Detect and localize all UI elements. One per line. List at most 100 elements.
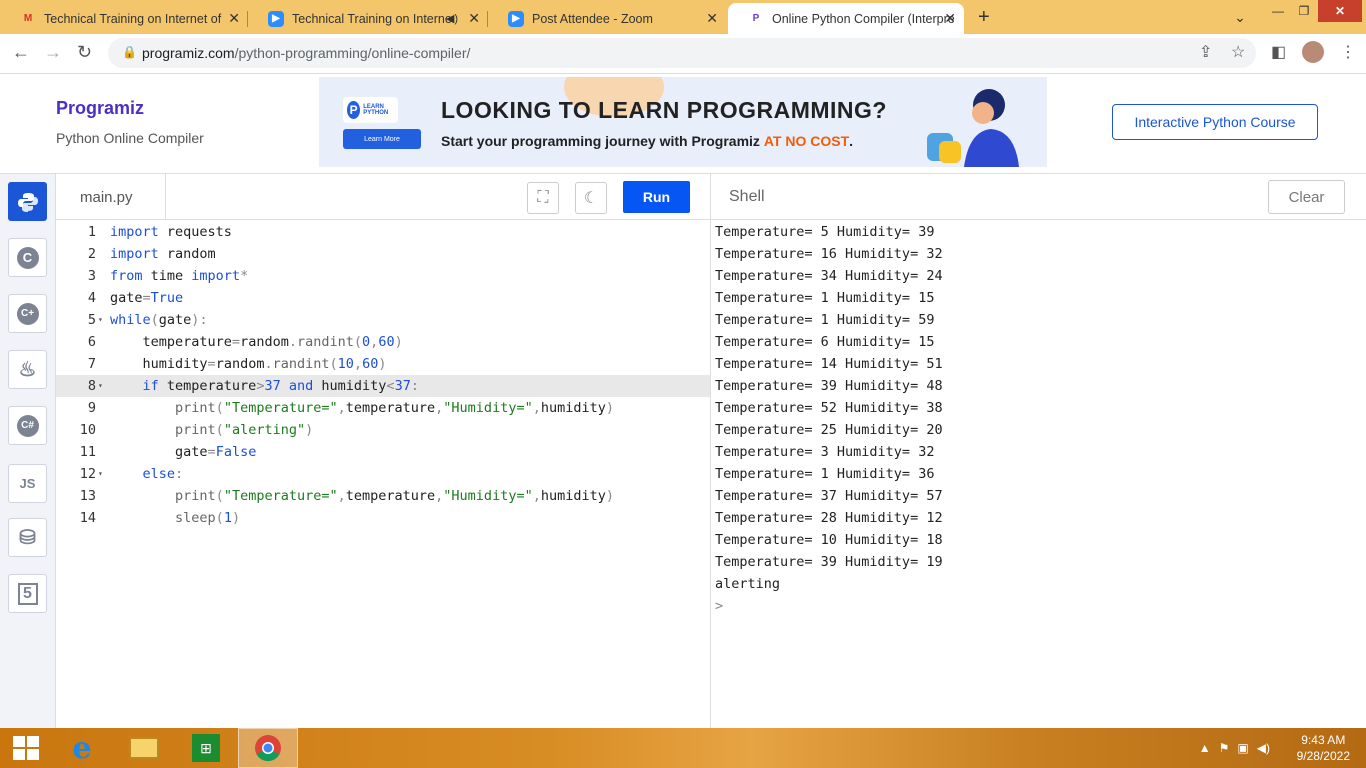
chrome-taskbar-icon[interactable] [238, 728, 298, 768]
shell-output[interactable]: Temperature= 5 Humidity= 39 Temperature= … [715, 221, 1355, 721]
line-number: 13 [79, 488, 96, 504]
close-icon[interactable]: ✕ [468, 10, 480, 27]
browser-tab-gmail[interactable]: M Technical Training on Internet of ✕ [0, 3, 248, 34]
menu-kebab-icon[interactable]: ⋮ [1340, 42, 1356, 62]
code-line[interactable]: 3 from time import* [56, 265, 710, 287]
code-text: import requests [110, 224, 232, 240]
sidebar-item-c[interactable]: C [8, 238, 47, 277]
code-line[interactable]: 10 print("alerting") [56, 419, 710, 441]
bookmark-star-icon[interactable]: ☆ [1231, 42, 1245, 62]
fold-toggle-icon[interactable]: ▾ [98, 463, 103, 485]
code-line[interactable]: 13 print("Temperature=",temperature,"Hum… [56, 485, 710, 507]
code-line[interactable]: 6 temperature=random.randint(0,60) [56, 331, 710, 353]
banner-sub-highlight: AT NO COST [763, 133, 850, 149]
code-line[interactable]: 2 import random [56, 243, 710, 265]
fullscreen-icon[interactable]: ⛶ [527, 182, 559, 214]
sidebar-item-python[interactable] [8, 182, 47, 221]
profile-avatar[interactable] [1302, 41, 1324, 63]
code-text: else: [142, 466, 184, 482]
code-line[interactable]: 7 humidity=random.randint(10,60) [56, 353, 710, 375]
interactive-python-course-button[interactable]: Interactive Python Course [1112, 104, 1318, 140]
share-icon[interactable]: ⇪ [1199, 42, 1212, 62]
gmail-icon: M [23, 13, 33, 24]
clear-button[interactable]: Clear [1268, 180, 1345, 214]
html5-icon: 5 [17, 582, 38, 605]
browser-tab-zoom-attendee[interactable]: ▶ Post Attendee - Zoom ✕ [488, 3, 726, 34]
shell-output-line: Temperature= 1 Humidity= 15 [715, 290, 935, 306]
dark-mode-icon[interactable]: ☾ [575, 182, 607, 214]
restore-button[interactable]: ❐ [1292, 0, 1316, 22]
network-icon[interactable]: ▣ [1237, 741, 1248, 755]
fold-toggle-icon[interactable]: ▾ [98, 375, 103, 397]
close-icon[interactable]: ✕ [228, 10, 240, 27]
code-line[interactable]: 11 gate=False [56, 441, 710, 463]
csharp-icon: C# [16, 414, 39, 437]
window-close-button[interactable]: ✕ [1318, 0, 1362, 22]
sidebar-item-java[interactable]: ♨ [8, 350, 47, 389]
sidebar-item-cpp[interactable]: C+ [8, 294, 47, 333]
shell-output-line: Temperature= 1 Humidity= 59 [715, 312, 935, 328]
code-line[interactable]: 9 print("Temperature=",temperature,"Humi… [56, 397, 710, 419]
close-icon[interactable]: ✕ [706, 10, 718, 27]
js-icon: JS [19, 476, 36, 491]
shell-output-line: Temperature= 10 Humidity= 18 [715, 532, 943, 548]
file-tab-main-py[interactable]: main.py [56, 174, 166, 220]
new-tab-button[interactable]: + [978, 6, 990, 29]
reload-icon[interactable]: ↻ [77, 42, 92, 63]
pane-divider[interactable] [710, 174, 711, 728]
sidebar-item-csharp[interactable]: C# [8, 406, 47, 445]
line-number: 3 [87, 268, 96, 284]
python-logo-icon: P [347, 101, 361, 119]
shell-output-line: Temperature= 16 Humidity= 32 [715, 246, 943, 262]
show-hidden-icons[interactable]: ▲ [1199, 741, 1211, 755]
shell-prompt[interactable]: > [715, 595, 1355, 617]
minimize-button[interactable]: — [1266, 0, 1290, 22]
file-explorer-icon[interactable] [114, 728, 174, 768]
code-editor[interactable]: 1 import requests 2 import random 3 from time… [56, 220, 710, 728]
ie-glyph: e [72, 730, 92, 766]
programiz-icon: P [752, 13, 760, 24]
badge-text: LEARN PYTHON [363, 104, 389, 116]
internet-explorer-icon[interactable]: e [52, 728, 112, 768]
programiz-logo[interactable]: Programiz [56, 98, 144, 119]
forward-icon[interactable]: → [44, 42, 62, 63]
code-text: gate=False [110, 444, 257, 460]
shell-output-line: Temperature= 37 Humidity= 57 [715, 488, 943, 504]
code-line[interactable]: 8 ▾ if temperature>37 and humidity<37: [56, 375, 710, 397]
taskbar-clock[interactable]: 9:43 AM 9/28/2022 [1297, 732, 1350, 764]
line-number: 7 [87, 356, 96, 372]
code-line[interactable]: 14 sleep(1) [56, 507, 710, 529]
fold-toggle-icon[interactable]: ▾ [98, 309, 103, 331]
back-icon[interactable]: ← [12, 42, 30, 63]
banner-heading: LOOKING TO LEARN PROGRAMMING? [441, 97, 887, 123]
browser-tab-programiz[interactable]: P Online Python Compiler (Interpre ✕ [728, 3, 964, 34]
sidebar-item-sql[interactable]: ⛁ [8, 518, 47, 557]
line-number: 1 [87, 224, 96, 240]
run-button[interactable]: Run [623, 181, 690, 213]
close-icon[interactable]: ✕ [944, 10, 956, 27]
side-panel-icon[interactable]: ◧ [1271, 42, 1286, 62]
url-host: programiz.com [142, 45, 235, 61]
start-button[interactable] [0, 728, 52, 768]
code-text: while(gate): [110, 312, 208, 328]
sidebar-item-html[interactable]: 5 [8, 574, 47, 613]
sidebar-item-javascript[interactable]: JS [8, 464, 47, 503]
code-line[interactable]: 5 ▾ while(gate): [56, 309, 710, 331]
shell-output-line: Temperature= 34 Humidity= 24 [715, 268, 943, 284]
shell-output-line: Temperature= 25 Humidity= 20 [715, 422, 943, 438]
java-icon: ♨ [18, 359, 37, 381]
volume-icon[interactable]: ◀) [1257, 741, 1270, 755]
code-line[interactable]: 12 ▾ else: [56, 463, 710, 485]
ad-banner[interactable]: P LEARN PYTHON Learn More LOOKING TO LEAR… [319, 77, 1047, 167]
tab-search-icon[interactable]: ⌄ [1228, 6, 1252, 28]
browser-tab-zoom-training[interactable]: ▶ Technical Training on Interne ◀) ✕ [248, 3, 488, 34]
speaker-icon[interactable]: ◀) [446, 12, 458, 25]
store-icon[interactable]: ⊞ [176, 728, 236, 768]
url-input[interactable]: 🔒 programiz.com/python-programming/onlin… [108, 38, 1256, 68]
code-line[interactable]: 4 gate=True [56, 287, 710, 309]
code-text: gate=True [110, 290, 184, 306]
learn-more-button[interactable]: Learn More [343, 129, 421, 149]
code-line[interactable]: 1 import requests [56, 221, 710, 243]
network-warning-icon[interactable]: ⚑ [1219, 741, 1230, 755]
cpp-icon: C+ [16, 302, 39, 325]
